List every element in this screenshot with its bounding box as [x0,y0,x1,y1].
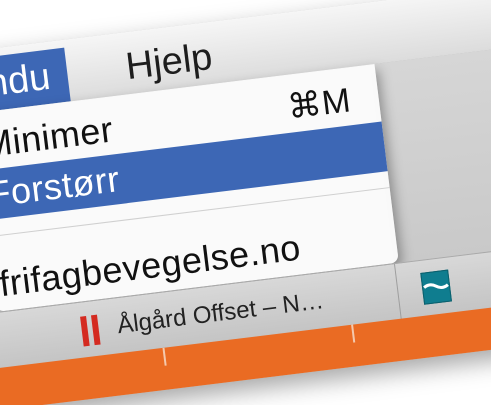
bar-tick [351,324,356,343]
screenshot-scene: ndu Hjelp Minimer ⌘M Forstørr frifagbeve… [0,0,491,405]
site-favicon-icon[interactable] [420,269,452,305]
zoomed-screenshot: ndu Hjelp Minimer ⌘M Forstørr frifagbeve… [0,0,491,405]
bar-tick [162,347,167,366]
pause-icon [80,314,105,347]
menu-item-label: Forstørr [0,158,122,215]
tab-divider [393,263,402,320]
keyboard-shortcut: ⌘M [285,81,354,127]
